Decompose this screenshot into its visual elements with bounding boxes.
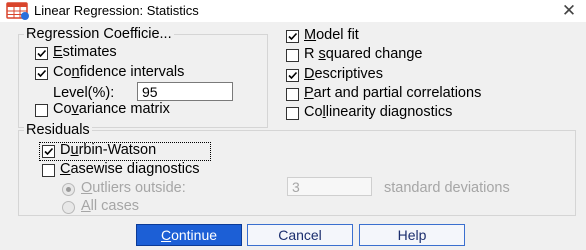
confidence-intervals-label-post: fidence intervals [79,64,185,80]
outliers-outside-label[interactable]: Outliers outside: [81,180,186,196]
durbin-watson-label[interactable]: Durbin-Watson [60,142,156,158]
collinearity-diagnostics-label[interactable]: Collinearity diagnostics [304,104,452,120]
all-cases-label-post: ll cases [90,198,140,214]
continue-button[interactable]: Continue [136,224,242,246]
descriptives-label[interactable]: Descriptives [304,66,383,82]
confidence-intervals-label-mnemonic: n [71,64,80,80]
durbin-watson-label-post: rbin-Watson [78,142,157,158]
estimates-label-post: stimates [62,44,117,60]
check-icon [44,147,54,156]
model-fit-label[interactable]: Model fit [304,27,359,43]
descriptives-label-mnemonic: D [304,66,315,82]
outliers-std-input[interactable]: 3 [287,177,372,196]
all-cases-label-mnemonic: A [81,198,91,214]
confidence-intervals-label-pre: Co [53,64,72,80]
all-cases-label[interactable]: All cases [81,198,139,214]
residuals-legend: Residuals [24,122,92,138]
model-fit-label-mnemonic: M [304,27,317,43]
confidence-intervals-label[interactable]: Confidence intervals [53,64,184,80]
regression-coefficients-legend: Regression Coefficie... [24,26,174,42]
check-icon [37,69,47,78]
covariance-matrix-label-pre: Co [53,101,72,117]
r-squared-change-label-pre: R [304,46,319,62]
casewise-diagnostics-label[interactable]: Casewise diagnostics [60,161,199,177]
outliers-label-post: utliers outside: [92,180,186,196]
confidence-intervals-checkbox[interactable] [35,67,48,80]
check-icon [37,49,47,58]
part-partial-correlations-checkbox[interactable] [286,88,299,101]
help-button[interactable]: Help [359,224,465,246]
durbin-watson-label-pre: D [60,142,71,158]
r-squared-change-label-post: quared change [325,46,423,62]
spss-table-icon [6,2,30,20]
r-squared-change-label[interactable]: R squared change [304,46,423,62]
outliers-outside-radio[interactable] [62,183,75,196]
part-partial-label-mnemonic: P [304,85,314,101]
standard-deviations-label: standard deviations [384,180,510,196]
r-squared-change-label-mnemonic: s [318,46,326,62]
level-label: Level(%): [53,85,115,101]
model-fit-checkbox[interactable] [286,30,299,43]
collinearity-label-pre: Co [304,104,323,120]
check-icon [288,71,298,80]
covariance-matrix-label-post: ariance matrix [78,101,170,117]
descriptives-label-post: escriptives [314,66,383,82]
casewise-diagnostics-checkbox[interactable] [42,164,55,177]
estimates-label-mnemonic: E [53,44,63,60]
radio-selected-dot [66,187,71,192]
continue-label-mnemonic: C [160,227,172,243]
collinearity-label-post: linearity diagnostics [325,104,453,120]
model-fit-label-post: odel fit [316,27,359,43]
casewise-label-post: asewise diagnostics [70,161,200,177]
close-icon[interactable]: ✕ [558,0,580,22]
window-title: Linear Regression: Statistics [34,3,199,18]
casewise-label-mnemonic: C [60,161,71,177]
part-partial-correlations-label[interactable]: Part and partial correlations [304,85,481,101]
check-icon [288,32,298,41]
covariance-matrix-checkbox[interactable] [35,104,48,117]
descriptives-checkbox[interactable] [286,69,299,82]
outliers-label-mnemonic: O [81,180,93,196]
cancel-button[interactable]: Cancel [247,224,353,246]
part-partial-label-post: art and partial correlations [313,85,482,101]
durbin-watson-checkbox[interactable] [42,145,55,158]
all-cases-radio[interactable] [62,201,75,214]
r-squared-change-checkbox[interactable] [286,49,299,62]
estimates-checkbox[interactable] [35,47,48,60]
collinearity-diagnostics-checkbox[interactable] [286,107,299,120]
level-input[interactable]: 95 [137,82,233,101]
durbin-watson-label-mnemonic: u [70,142,79,158]
estimates-label[interactable]: Estimates [53,44,117,60]
covariance-matrix-label-mnemonic: v [71,101,79,117]
covariance-matrix-label[interactable]: Covariance matrix [53,101,170,117]
continue-label-post: ontinue [171,227,218,243]
